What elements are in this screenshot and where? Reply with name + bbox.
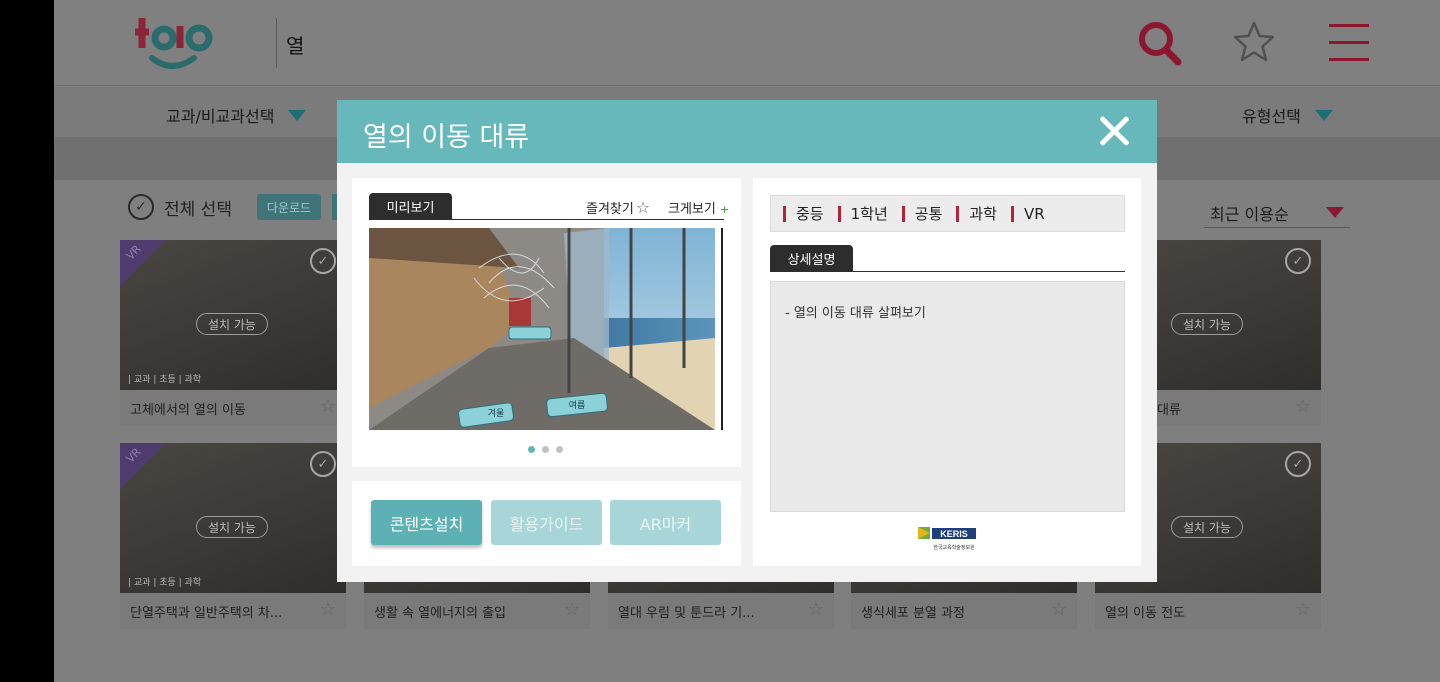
tab-detail[interactable]: 상세설명 bbox=[770, 245, 853, 271]
vr-badge bbox=[120, 240, 166, 286]
meta-subject: 과학 bbox=[956, 203, 997, 224]
enlarge-link-label: 크게보기 bbox=[668, 202, 716, 217]
select-check-icon[interactable]: ✓ bbox=[1285, 451, 1311, 477]
left-black-bar bbox=[0, 0, 54, 682]
chevron-down-icon bbox=[288, 109, 307, 121]
enlarge-link[interactable]: 크게보기 + bbox=[668, 198, 729, 217]
content-card[interactable]: VR ✓ 설치 가능 | 교과 | 초등 | 과학 고체에서의 열의 이동 ☆ bbox=[120, 240, 346, 426]
keris-logo-text: KERIS bbox=[940, 529, 968, 539]
carousel-dot[interactable] bbox=[542, 446, 549, 453]
content-detail-modal: 열의 이동 대류 미리보기 즐겨찾기 ☆ 크게보기 + 겨울 여름 콘텐츠설치 … bbox=[337, 100, 1157, 582]
select-all-label: 전체 선택 bbox=[164, 199, 232, 220]
plus-icon: + bbox=[719, 203, 730, 216]
publisher-name: 한국교육학술정보원 bbox=[933, 544, 975, 551]
favorite-link[interactable]: 즐겨찾기 ☆ bbox=[586, 198, 650, 217]
select-check-icon[interactable]: ✓ bbox=[310, 248, 336, 274]
card-title: 생활 속 열에너지의 출입 bbox=[364, 593, 590, 629]
scene-button-cold: 겨울 bbox=[488, 408, 505, 418]
favorite-star-icon[interactable]: ☆ bbox=[1051, 599, 1067, 620]
type-filter[interactable]: 유형선택 bbox=[1242, 103, 1333, 127]
modal-header: 열의 이동 대류 bbox=[337, 100, 1157, 163]
meta-info-bar: 중등 1학년 공통 과학 VR bbox=[770, 195, 1125, 232]
carousel-dots[interactable] bbox=[528, 446, 563, 453]
detail-panel: 중등 1학년 공통 과학 VR 상세설명 - 열의 이동 대류 살펴보기 KER… bbox=[753, 178, 1141, 566]
header-divider bbox=[276, 18, 277, 68]
sort-select[interactable]: 최근 이용순 bbox=[1204, 198, 1350, 228]
tab-underline bbox=[770, 271, 1125, 272]
modal-title: 열의 이동 대류 bbox=[363, 122, 530, 153]
favorite-star-icon[interactable]: ☆ bbox=[808, 599, 824, 620]
ar-marker-button[interactable]: AR마커 bbox=[610, 500, 721, 545]
favorite-star-icon[interactable]: ☆ bbox=[1295, 396, 1311, 417]
chevron-down-icon bbox=[1314, 109, 1333, 121]
meta-common: 공통 bbox=[901, 203, 942, 224]
download-button[interactable]: 다운로드 bbox=[257, 194, 321, 220]
select-check-icon[interactable]: ✓ bbox=[310, 451, 336, 477]
install-available-badge: 설치 가능 bbox=[1171, 516, 1243, 538]
content-card[interactable]: VR ✓ 설치 가능 | 교과 | 초등 | 과학 단열주택과 일반주택의 차.… bbox=[120, 443, 346, 629]
detail-description: - 열의 이동 대류 살펴보기 bbox=[770, 281, 1125, 512]
chevron-down-icon bbox=[1326, 207, 1344, 218]
star-icon[interactable] bbox=[1232, 20, 1276, 64]
check-circle-icon: ✓ bbox=[128, 194, 154, 220]
preview-image[interactable]: 겨울 여름 bbox=[369, 228, 715, 430]
carousel-dot[interactable] bbox=[528, 446, 535, 453]
close-icon[interactable] bbox=[1097, 114, 1131, 148]
card-title: 단열주택과 일반주택의 차... bbox=[120, 593, 346, 629]
preview-scrollbar[interactable] bbox=[721, 228, 723, 430]
favorite-star-icon[interactable]: ☆ bbox=[320, 599, 336, 620]
card-title: 열대 우림 및 툰드라 기... bbox=[608, 593, 834, 629]
select-check-icon[interactable]: ✓ bbox=[1285, 248, 1311, 274]
action-panel: 콘텐츠설치 활용가이드 AR마커 bbox=[352, 481, 741, 566]
install-available-badge: 설치 가능 bbox=[196, 516, 268, 538]
subject-filter[interactable]: 교과/비교과선택 bbox=[166, 103, 307, 127]
usage-guide-button[interactable]: 활용가이드 bbox=[491, 500, 602, 545]
card-title: 열의 이동 전도 bbox=[1095, 593, 1321, 629]
meta-level: 중등 bbox=[783, 203, 824, 224]
favorite-star-icon[interactable]: ☆ bbox=[564, 599, 580, 620]
install-available-badge: 설치 가능 bbox=[196, 313, 268, 335]
sort-label: 최근 이용순 bbox=[1210, 204, 1289, 224]
vr-badge bbox=[120, 443, 166, 489]
favorite-star-icon[interactable]: ☆ bbox=[1295, 599, 1311, 620]
meta-type: VR bbox=[1010, 205, 1045, 223]
card-tags: | 교과 | 초등 | 과학 bbox=[128, 375, 202, 385]
keris-logo: KERIS 한국교육학술정보원 bbox=[918, 527, 976, 551]
scene-button-summer: 여름 bbox=[569, 399, 586, 410]
meta-grade: 1학년 bbox=[837, 203, 888, 224]
subject-filter-label: 교과/비교과선택 bbox=[166, 107, 275, 126]
preview-panel: 미리보기 즐겨찾기 ☆ 크게보기 + 겨울 여름 bbox=[352, 178, 741, 467]
favorite-star-icon[interactable]: ☆ bbox=[320, 396, 336, 417]
select-all[interactable]: ✓ 전체 선택 bbox=[128, 194, 232, 220]
tab-underline bbox=[369, 219, 724, 220]
type-filter-label: 유형선택 bbox=[1242, 107, 1301, 126]
card-title: 생식세포 분열 과정 bbox=[851, 593, 1077, 629]
tab-preview[interactable]: 미리보기 bbox=[369, 193, 452, 219]
search-icon[interactable] bbox=[1138, 20, 1182, 66]
install-content-button[interactable]: 콘텐츠설치 bbox=[371, 500, 482, 545]
card-title: 고체에서의 열의 이동 bbox=[120, 390, 346, 426]
card-tags: | 교과 | 초등 | 과학 bbox=[128, 578, 202, 588]
search-query-text[interactable]: 열 bbox=[286, 30, 304, 59]
install-available-badge: 설치 가능 bbox=[1171, 313, 1243, 335]
carousel-dot[interactable] bbox=[556, 446, 563, 453]
top-bar: 열 bbox=[54, 0, 1440, 86]
favorite-link-label: 즐겨찾기 bbox=[586, 202, 634, 217]
logo[interactable] bbox=[132, 14, 216, 74]
star-icon: ☆ bbox=[635, 198, 651, 217]
menu-icon[interactable] bbox=[1329, 22, 1371, 64]
